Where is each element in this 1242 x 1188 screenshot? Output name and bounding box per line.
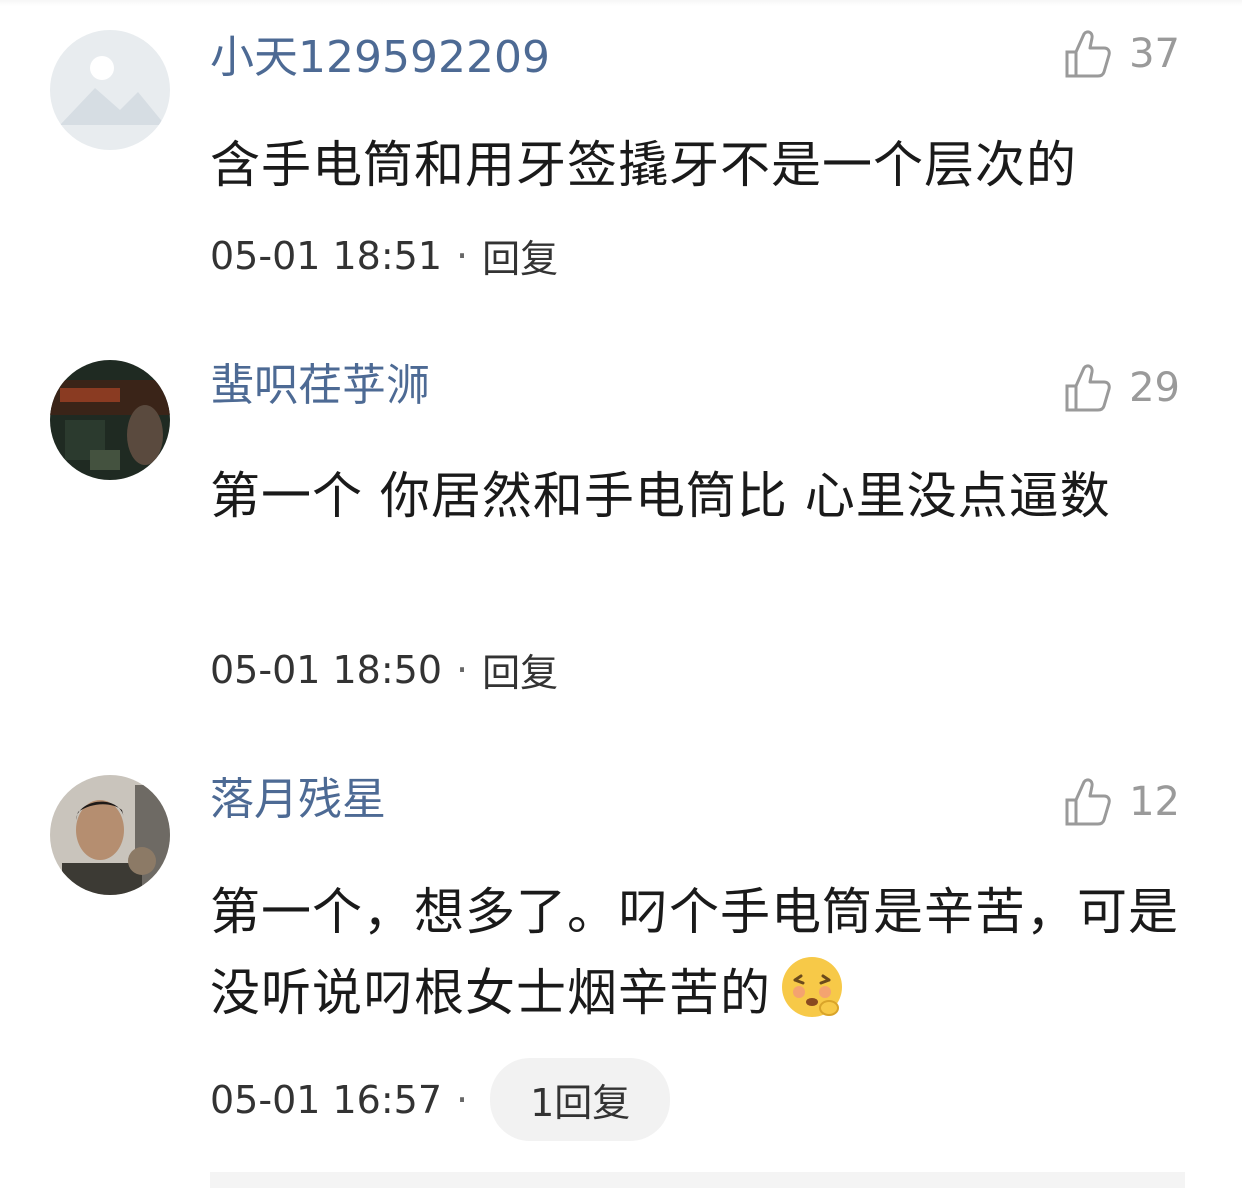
thumbs-up-icon [1065,364,1111,412]
comment-text: 含手电筒和用牙签撬牙不是一个层次的 [210,136,1077,194]
next-item-divider [210,1172,1185,1188]
like-button[interactable]: 29 [1061,360,1180,416]
user-avatar-image [50,775,170,895]
comment-meta: 05-01 18:50 · 回复 [210,642,558,697]
reply-button[interactable]: 回复 [482,228,558,283]
comment-text: 第一个，想多了。叼个手电筒是辛苦，可是没听说叼根女士烟辛苦的 [210,872,1190,1033]
like-count: 37 [1129,31,1180,77]
comment-meta: 05-01 18:51 · 回复 [210,228,558,283]
meta-separator: · [456,1077,469,1122]
user-avatar-image [50,360,170,480]
thumbs-up-icon [1065,778,1111,826]
like-count: 12 [1129,779,1180,825]
comment-time: 05-01 16:57 [210,1077,443,1122]
meta-separator: · [456,233,469,278]
comment-text: 第一个 你居然和手电筒比 心里没点逼数 [210,467,1111,525]
avatar[interactable] [50,30,170,150]
like-button[interactable]: 37 [1061,26,1180,82]
reply-button[interactable]: 回复 [482,642,558,697]
comment-meta: 05-01 16:57 · 1回复 [210,1058,671,1141]
comment-text-body: 第一个，想多了。叼个手电筒是辛苦，可是没听说叼根女士烟辛苦的 [210,883,1179,1022]
username[interactable]: 小天129592209 [210,30,550,86]
reply-count-button[interactable]: 1回复 [490,1058,671,1141]
username[interactable]: 落月残星 [210,772,386,828]
avatar[interactable] [50,775,170,895]
avatar[interactable] [50,360,170,480]
thumbs-up-icon [1065,30,1111,78]
comment-time: 05-01 18:50 [210,647,443,692]
flushed-face-emoji-icon [782,957,842,1017]
top-divider [0,0,1242,6]
username[interactable]: 蜚呮荏苸浉 [210,358,430,414]
comment-time: 05-01 18:51 [210,233,443,278]
meta-separator: · [456,647,469,692]
like-button[interactable]: 12 [1061,774,1180,830]
default-avatar-image [50,30,170,150]
like-count: 29 [1129,365,1180,411]
